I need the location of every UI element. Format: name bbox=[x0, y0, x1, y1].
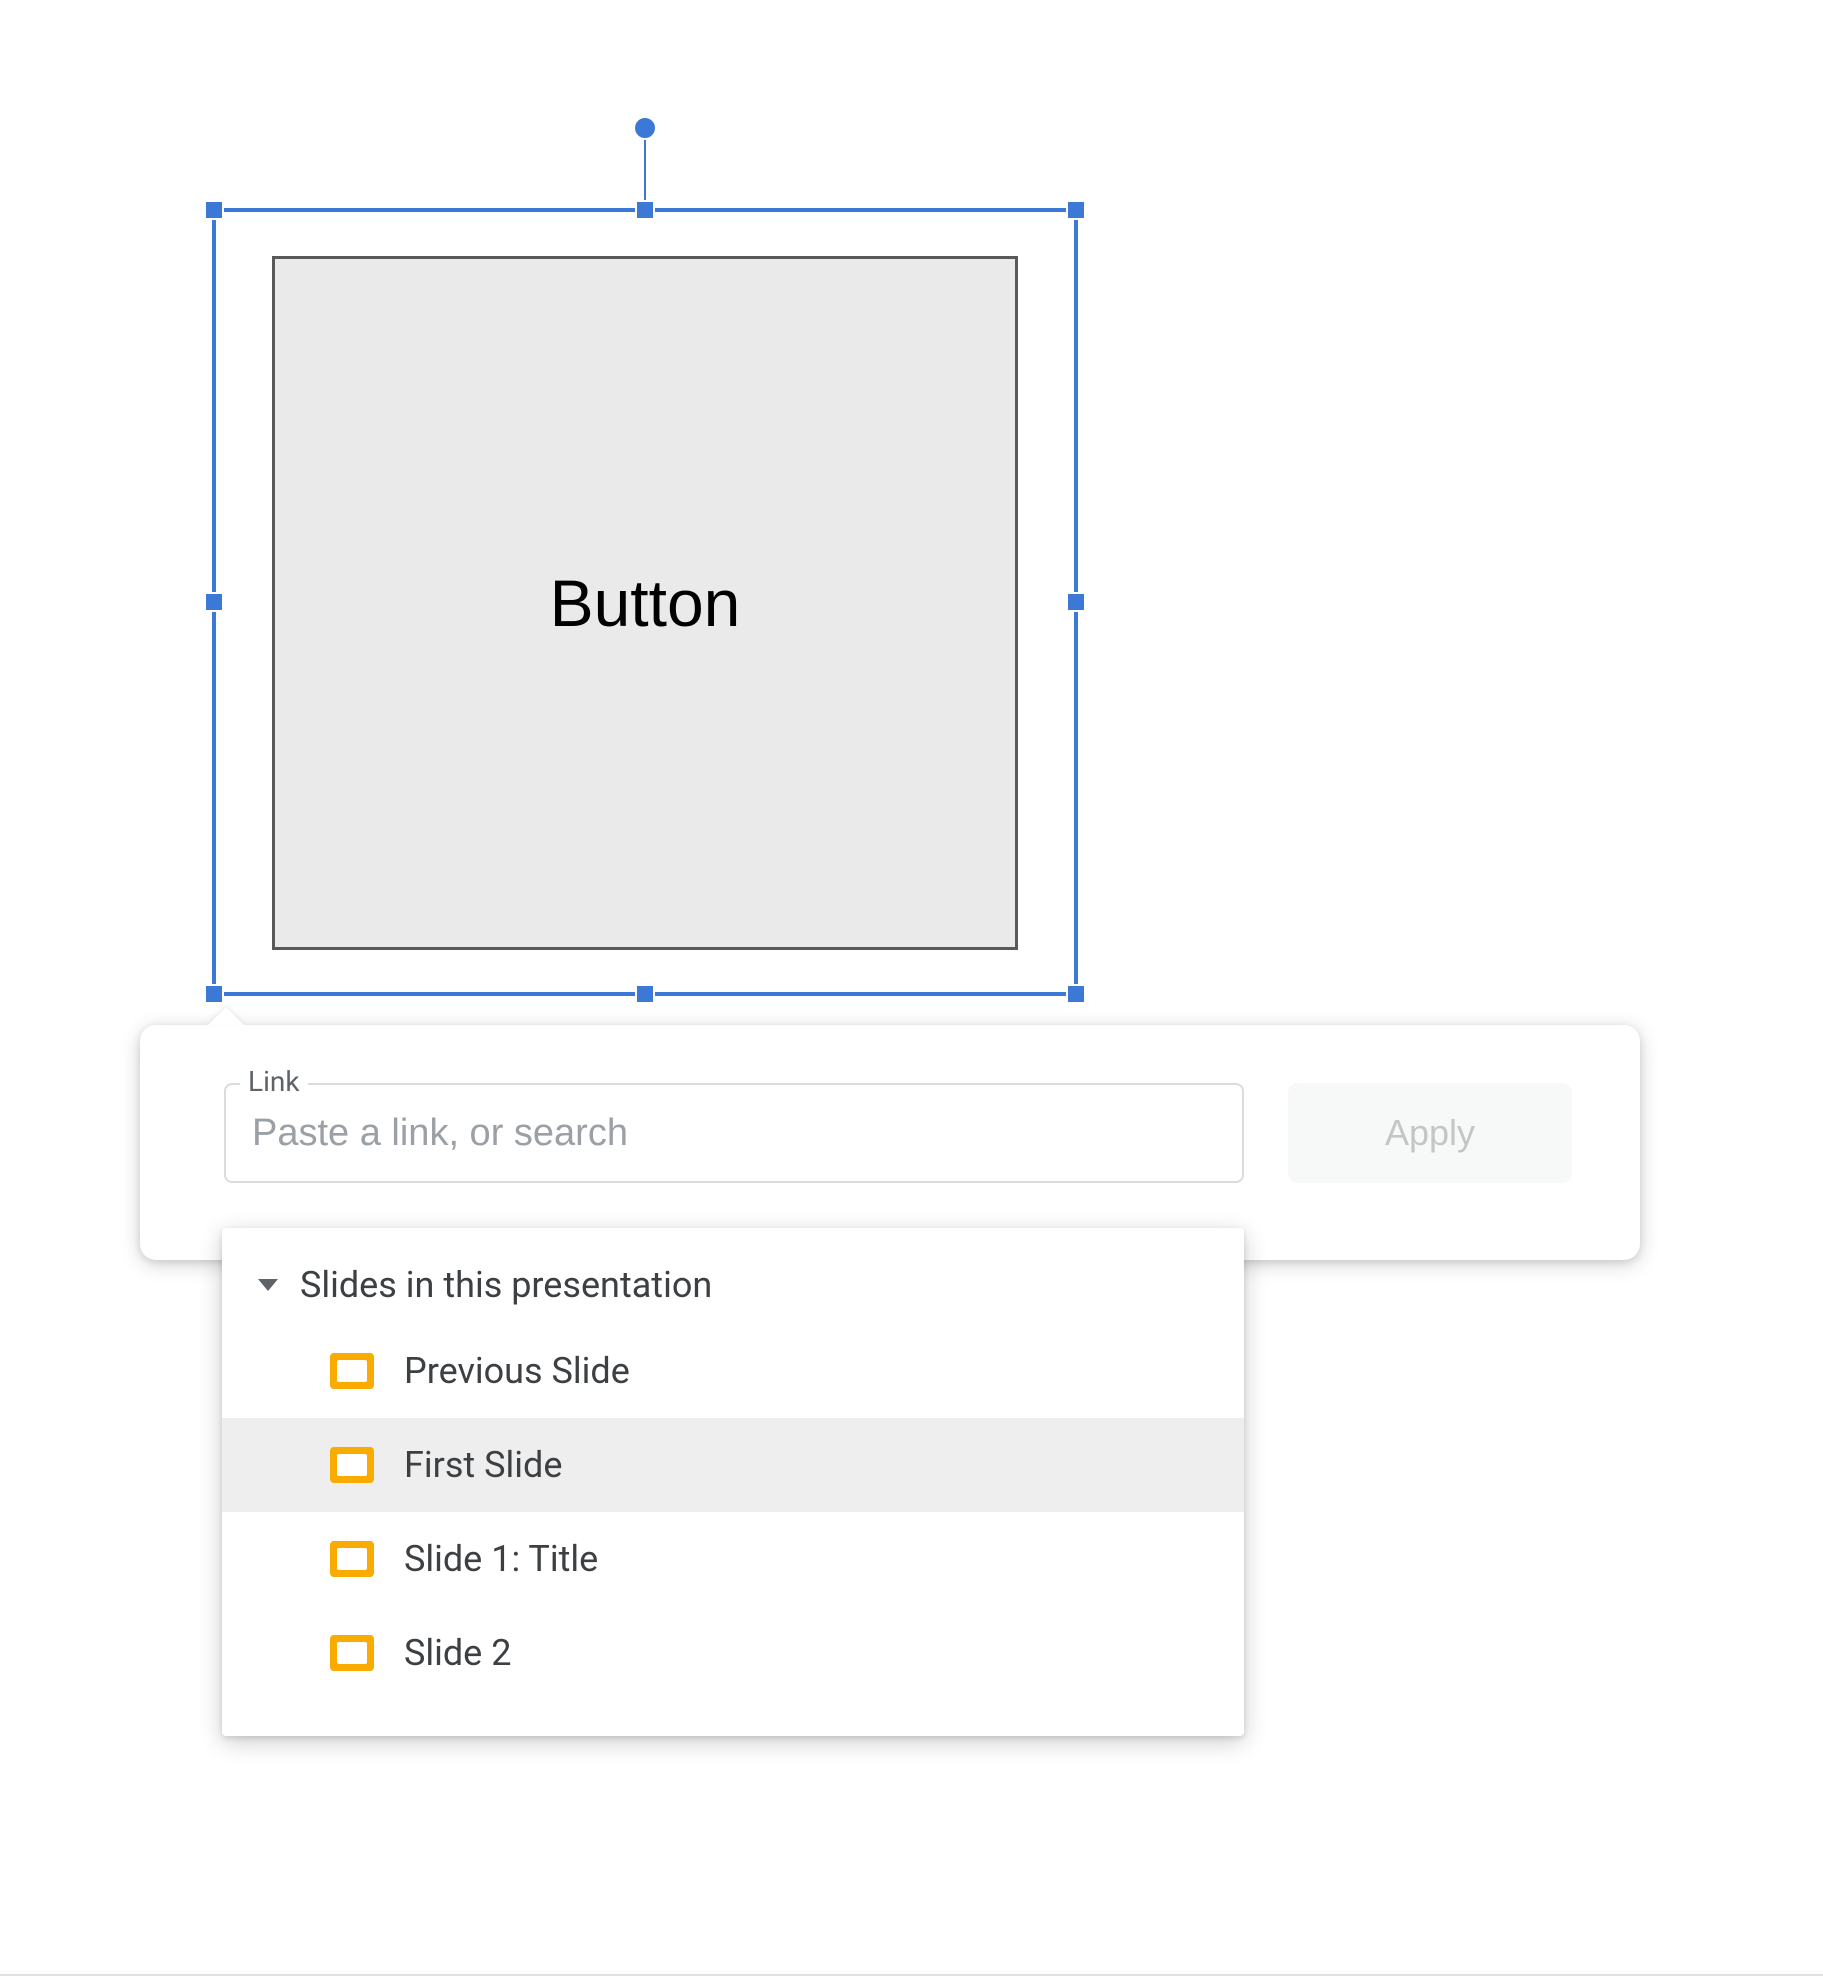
slide-link-option-label: Slide 1: Title bbox=[404, 1538, 598, 1580]
dropdown-header-label: Slides in this presentation bbox=[300, 1264, 712, 1306]
resize-handle-bottom-left[interactable] bbox=[204, 984, 224, 1004]
resize-handle-middle-left[interactable] bbox=[204, 592, 224, 612]
slide-link-option[interactable]: First Slide bbox=[222, 1418, 1244, 1512]
selection-bounding-box bbox=[212, 208, 1078, 996]
slide-link-option[interactable]: Slide 1: Title bbox=[222, 1512, 1244, 1606]
dropdown-section-header[interactable]: Slides in this presentation bbox=[222, 1264, 1244, 1324]
insert-link-popover: Link Apply bbox=[140, 1025, 1640, 1260]
link-input[interactable] bbox=[224, 1083, 1244, 1183]
rotation-handle-line bbox=[644, 138, 646, 200]
resize-handle-middle-right[interactable] bbox=[1066, 592, 1086, 612]
slide-link-option-label: Previous Slide bbox=[404, 1350, 630, 1392]
chevron-down-icon bbox=[258, 1279, 278, 1291]
resize-handle-bottom-right[interactable] bbox=[1066, 984, 1086, 1004]
resize-handle-top-right[interactable] bbox=[1066, 200, 1086, 220]
slide-icon bbox=[330, 1541, 374, 1577]
resize-handle-bottom-middle[interactable] bbox=[635, 984, 655, 1004]
rotation-handle[interactable] bbox=[633, 116, 657, 140]
slide-link-option-label: First Slide bbox=[404, 1444, 562, 1486]
apply-button[interactable]: Apply bbox=[1288, 1083, 1572, 1183]
resize-handle-top-left[interactable] bbox=[204, 200, 224, 220]
slide-icon bbox=[330, 1635, 374, 1671]
link-field-wrap: Link bbox=[224, 1083, 1244, 1183]
slide-link-option[interactable]: Slide 2 bbox=[222, 1606, 1244, 1700]
link-suggestions-dropdown: Slides in this presentation Previous Sli… bbox=[222, 1228, 1244, 1736]
slide-icon bbox=[330, 1353, 374, 1389]
link-field-label: Link bbox=[240, 1065, 308, 1098]
slide-canvas: Button Link Apply Slides in this present… bbox=[0, 0, 1823, 1976]
slide-icon bbox=[330, 1447, 374, 1483]
resize-handle-top-middle[interactable] bbox=[635, 200, 655, 220]
slide-link-option[interactable]: Previous Slide bbox=[222, 1324, 1244, 1418]
slide-link-option-label: Slide 2 bbox=[404, 1632, 511, 1674]
